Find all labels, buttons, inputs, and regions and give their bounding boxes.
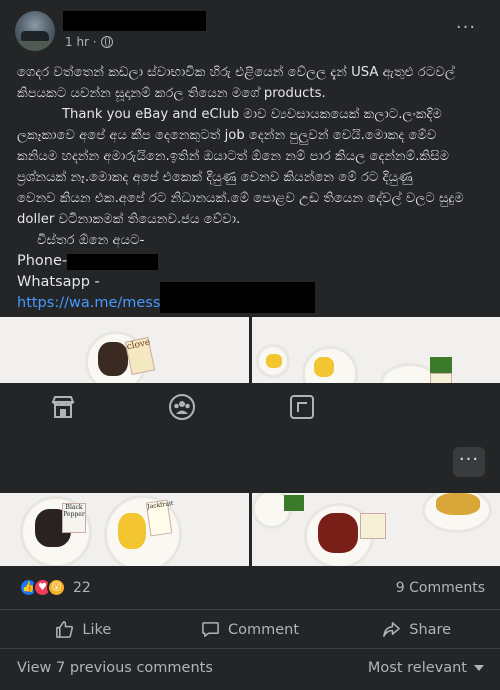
post-line: ගෙදර වත්තෙන් කඩලා ස්වාභාවික හිරු එළියෙන්… [17,65,455,80]
post-line: කිපයකට යවන්න සූදානම් කරල තියෙන මගේ produ… [17,86,326,101]
share-label: Share [409,621,452,638]
avatar[interactable] [15,11,55,51]
product-photo-4[interactable] [252,493,500,566]
photo-options-button[interactable]: ··· [453,447,485,477]
post-stats: 👍 ♥ 😮 22 9 Comments [0,566,500,610]
product-label: Black Pepper [62,503,86,533]
view-previous-comments-link[interactable]: View 7 previous comments [17,660,213,676]
marketplace-icon[interactable] [288,393,316,421]
post-line: වෙනව කියන එක.අපේ රට නිධානයක්.මේ පොළව උඩ … [17,191,464,206]
phone-line: Phone- [17,251,485,272]
store-icon[interactable] [49,393,77,421]
author-name-redacted[interactable] [63,11,206,31]
post-line: doller වටිනාකමක් තියෙනව.ජය වේවා. [17,212,241,227]
post-line: කනියම හදන්න අමාරුයිනෙ.ඉතින් ඔයාටත් ඕනෙ න… [17,149,450,164]
like-label: Like [82,621,112,638]
post-meta: 1 hr · [65,35,113,49]
comment-button[interactable]: Comment [167,611,334,648]
like-icon [56,621,74,638]
phone-label: Phone- [17,253,68,269]
globe-icon [100,36,113,48]
post-header: 1 hr · ··· [0,0,500,62]
chevron-down-icon [474,665,484,671]
whatsapp-label: Whatsapp - [17,274,100,290]
link-redacted [160,282,316,313]
product-label: Jackfruit [145,499,174,537]
more-options-button[interactable]: ··· [452,18,480,42]
post-line: ලකෑකාවෙ අපේ අය කීප දෙනෙකුටත් job දෙන්න ප… [17,128,437,143]
action-bar: Like Comment Share [0,611,500,649]
whatsapp-link[interactable]: https://wa.me/mess [17,293,160,314]
like-button[interactable]: Like [0,611,167,648]
post-line: ප්‍රශ්නයක් නෑ.මොකද අපේ එකෙක් දියුණු වෙනව… [17,170,413,185]
groups-icon[interactable] [168,393,196,421]
product-photo-2[interactable] [252,317,500,383]
share-icon [383,622,401,637]
phone-redacted [67,253,159,270]
reactions-summary[interactable]: 👍 ♥ 😮 22 [19,578,91,597]
post-time[interactable]: 1 hr · [65,35,97,49]
post-line: Thank you eBay and eClub මාව ව්‍යවසායකයෙ… [62,107,442,122]
post-card: 1 hr · ··· ගෙදර වත්තෙන් කඩලා ස්වාභාවික හ… [0,0,500,690]
wow-reaction-icon: 😮 [47,578,66,597]
product-photo-3[interactable]: Black Pepper Jackfruit [0,493,249,566]
shortcut-bar: ··· [0,383,500,493]
reaction-count[interactable]: 22 [73,580,91,596]
comments-footer: View 7 previous comments Most relevant [0,650,500,690]
product-photo-1[interactable]: clove [0,317,249,383]
comment-label: Comment [227,621,300,638]
share-button[interactable]: Share [333,611,500,648]
sort-label: Most relevant [367,660,467,676]
whatsapp-link-line: https://wa.me/mess [17,282,485,314]
comment-icon [202,622,219,637]
post-line: විස්තර ඕනෙ අයට- [37,233,145,248]
post-text: ගෙදර වත්තෙන් කඩලා ස්වාභාවික හිරු එළියෙන්… [17,62,485,314]
comments-count[interactable]: 9 Comments [396,580,485,596]
sort-comments-dropdown[interactable]: Most relevant [368,660,484,676]
